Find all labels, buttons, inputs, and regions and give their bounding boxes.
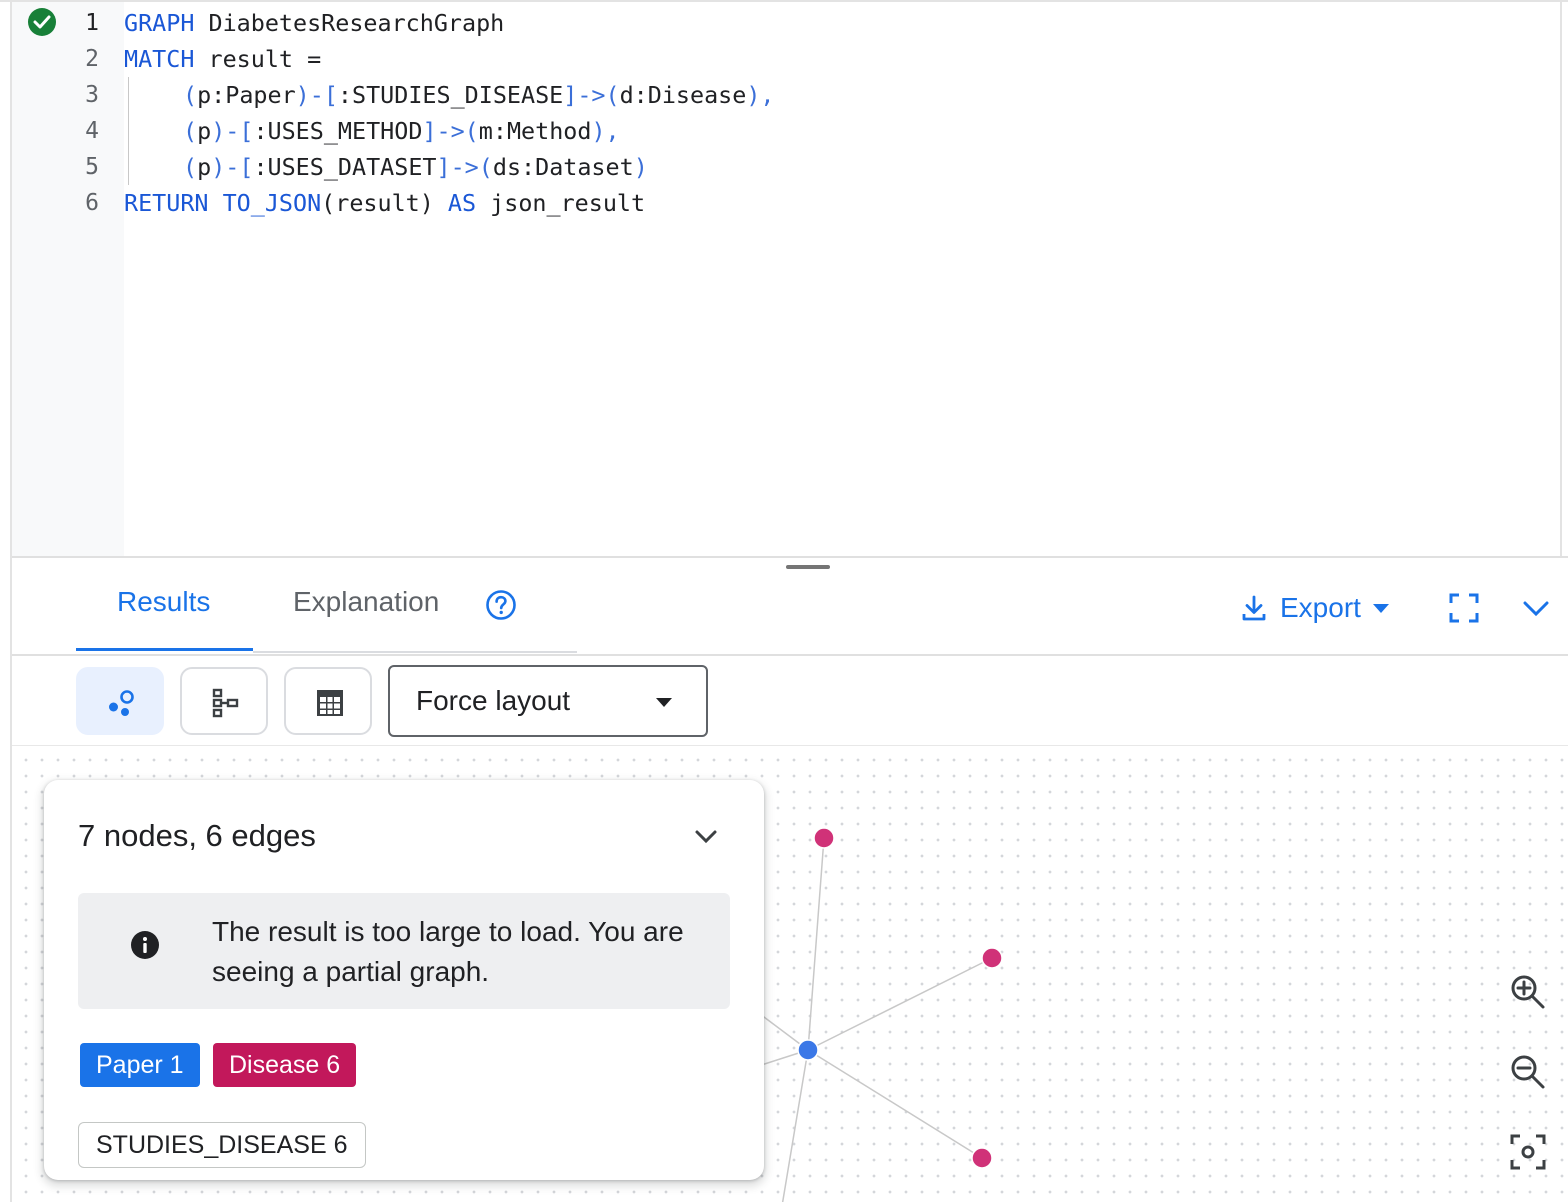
code-text: p: [197, 153, 212, 181]
graph-edge: [807, 837, 825, 1051]
line-number: 3: [85, 82, 99, 108]
chevron-down-icon[interactable]: [692, 822, 720, 850]
graph-summary-card: 7 nodes, 6 edges The result is too large…: [44, 780, 764, 1180]
disease-node[interactable]: [813, 827, 835, 849]
chip-label: Paper: [96, 1051, 163, 1079]
code-text: p: [197, 117, 212, 145]
code-line: GRAPH DiabetesResearchGraph: [124, 5, 504, 41]
code-keyword: MATCH: [124, 45, 195, 73]
info-icon: [131, 931, 159, 959]
disease-node[interactable]: [981, 947, 1003, 969]
line-number-gutter: 1 2 3 4 5 6: [12, 2, 124, 558]
node-label-chip-disease[interactable]: Disease 6: [213, 1043, 357, 1087]
code-line: (p)-[:USES_DATASET]->(ds:Dataset): [128, 149, 648, 185]
graph-edge: [807, 1049, 983, 1159]
tab-divider: [253, 651, 577, 653]
code-text: DiabetesResearchGraph: [194, 9, 505, 37]
indent-guide: [128, 113, 129, 149]
code-text: ds:Dataset: [492, 153, 634, 181]
line-number: 1: [85, 10, 99, 36]
code-line: (p)-[:USES_METHOD]->(m:Method),: [128, 113, 620, 149]
active-tab-indicator: [76, 648, 253, 651]
chip-count: 6: [333, 1131, 348, 1159]
zoom-out-icon[interactable]: [1508, 1052, 1548, 1092]
caret-down-icon: [1372, 603, 1389, 613]
code-punctuation: ]->(: [436, 153, 493, 181]
tab-explanation[interactable]: Explanation: [293, 586, 439, 618]
schema-icon: [212, 688, 239, 718]
caret-down-icon: [656, 698, 672, 707]
chip-label: STUDIES_DISEASE: [96, 1131, 327, 1159]
query-editor[interactable]: 1 2 3 4 5 6 GRAPH DiabetesResearchGraph M…: [0, 0, 1568, 1202]
indent-guide: [128, 77, 129, 113]
line-number: 2: [85, 46, 99, 72]
code-text: m:Method: [478, 117, 592, 145]
code-keyword: AS: [447, 189, 477, 217]
partial-result-notice: The result is too large to load. You are…: [78, 893, 730, 1009]
recenter-icon[interactable]: [1508, 1132, 1548, 1172]
editor-left-border: [10, 2, 12, 1202]
code-line: MATCH result =: [124, 41, 321, 77]
tab-results[interactable]: Results: [117, 586, 210, 618]
code-keyword: RETURN: [124, 189, 209, 217]
table-icon: [317, 690, 343, 716]
results-tab-bar: Results Explanation Export: [12, 558, 1568, 656]
chip-count: 6: [326, 1051, 341, 1079]
graph-icon: [109, 690, 134, 716]
graph-edge: [781, 1049, 809, 1202]
zoom-in-icon[interactable]: [1508, 972, 1548, 1012]
code-punctuation: ),: [591, 117, 620, 145]
graph-toolbar: Force layout: [12, 656, 1568, 746]
export-button[interactable]: Export: [1240, 588, 1389, 628]
layout-select-value: Force layout: [416, 685, 571, 716]
code-text: (result): [321, 189, 448, 217]
code-punctuation: )-[: [211, 153, 254, 181]
line-number: 4: [85, 118, 99, 144]
chip-count: 1: [169, 1051, 184, 1079]
indent-guide: [128, 149, 129, 185]
summary-title: 7 nodes, 6 edges: [78, 818, 316, 853]
code-keyword: TO_JSON: [222, 189, 322, 217]
graph-edge: [807, 957, 993, 1051]
code-text: :USES_METHOD: [253, 117, 423, 145]
code-text: :USES_DATASET: [253, 153, 437, 181]
node-label-chip-paper[interactable]: Paper 1: [80, 1043, 200, 1087]
fullscreen-icon[interactable]: [1448, 592, 1480, 624]
schema-view-button[interactable]: [180, 667, 268, 735]
edge-label-chip-studies-disease[interactable]: STUDIES_DISEASE 6: [78, 1122, 366, 1168]
code-punctuation: )-[: [211, 117, 254, 145]
code-punctuation: (: [183, 153, 198, 181]
code-keyword: GRAPH: [124, 9, 195, 37]
download-icon: [1242, 595, 1266, 621]
code-punctuation: ]->(: [422, 117, 479, 145]
layout-select[interactable]: Force layout: [388, 665, 708, 737]
chip-label: Disease: [229, 1051, 320, 1079]
notice-message: The result is too large to load. You are…: [212, 916, 684, 987]
editor-right-border: [1560, 2, 1562, 558]
check-circle-icon: [28, 8, 56, 36]
code-line: RETURN TO_JSON(result) AS json_result: [124, 185, 645, 221]
disease-node[interactable]: [971, 1147, 993, 1169]
line-number: 5: [85, 154, 99, 180]
code-text: json_result: [476, 189, 646, 217]
export-label: Export: [1280, 592, 1361, 623]
code-text: :STUDIES_DISEASE: [337, 81, 564, 109]
table-view-button[interactable]: [284, 667, 372, 735]
code-punctuation: )-[: [295, 81, 338, 109]
code-text: p:Paper: [197, 81, 296, 109]
code-punctuation: ]->(: [563, 81, 620, 109]
code-punctuation: (: [183, 117, 198, 145]
chevron-down-icon[interactable]: [1520, 592, 1552, 624]
paper-node[interactable]: [797, 1039, 819, 1061]
code-punctuation: (: [183, 81, 198, 109]
code-line: (p:Paper)-[:STUDIES_DISEASE]->(d:Disease…: [128, 77, 775, 113]
code-punctuation: ),: [746, 81, 775, 109]
code-text: d:Disease: [619, 81, 747, 109]
graph-view-button[interactable]: [76, 667, 164, 735]
line-number: 6: [85, 190, 99, 216]
code-punctuation: ): [633, 153, 648, 181]
code-text: result =: [194, 45, 322, 73]
help-icon[interactable]: [485, 589, 517, 621]
